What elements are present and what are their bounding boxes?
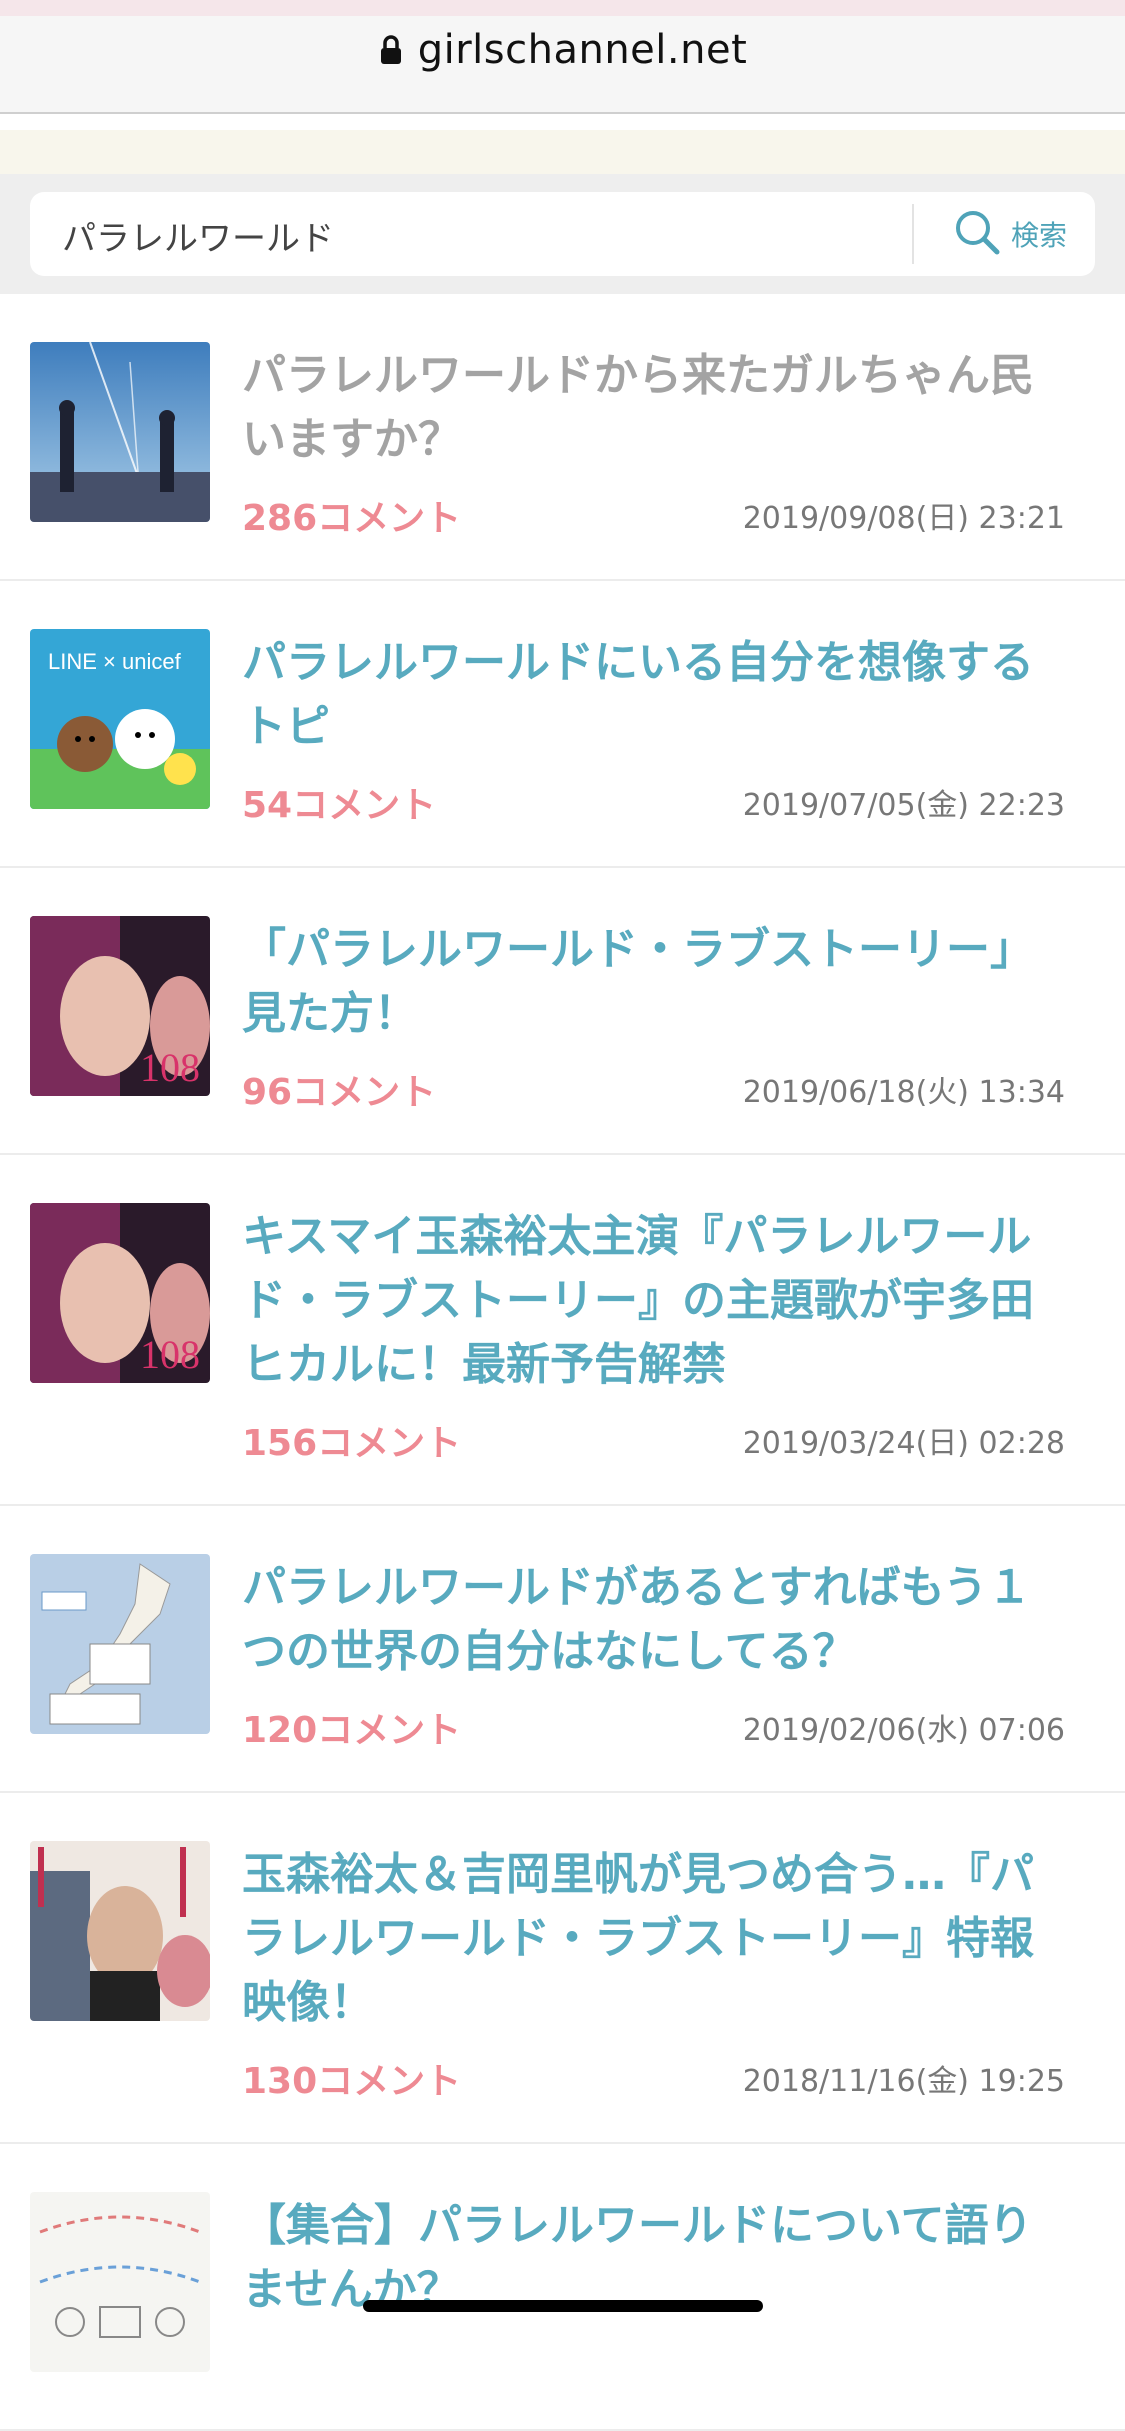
topic-thumbnail[interactable] [30, 1554, 210, 1734]
home-indicator[interactable] [363, 2300, 763, 2312]
topic-title[interactable]: キスマイ玉森裕太主演『パラレルワールド・ラブストーリー』の主題歌が宇多田ヒカルに… [242, 1205, 1072, 1397]
comment-count: 54コメント [242, 785, 437, 826]
post-date: 2019/06/18(火) 13:34 [742, 1075, 1065, 1110]
thumb-poster-text: 108 [140, 1045, 200, 1090]
comment-count: 286コメント [242, 498, 462, 539]
post-date: 2019/03/24(日) 02:28 [742, 1426, 1065, 1461]
search-button[interactable]: 検索 [930, 192, 1090, 276]
lock-icon [378, 35, 404, 65]
search-icon [953, 208, 1001, 260]
topic-thumbnail[interactable]: LINE × unicef [30, 629, 210, 809]
topic-item[interactable]: 108 「パラレルワールド・ラブストーリー」見た方！ 96コメント 2019/0… [0, 868, 1125, 1155]
topic-item[interactable]: LINE × unicef パラレルワールドにいる自分を想像するトピ 54コメン… [0, 581, 1125, 868]
search-button-label: 検索 [1010, 219, 1067, 252]
browser-url-bar[interactable]: girlschannel.net [0, 0, 1125, 114]
search-area: 検索 [0, 174, 1125, 294]
status-bar-tint [0, 0, 1125, 16]
url-text: girlschannel.net [417, 27, 748, 73]
topic-title[interactable]: 玉森裕太＆吉岡里帆が見つめ合う…『パラレルワールド・ラブストーリー』特報映像！ [242, 1843, 1072, 2035]
topic-title[interactable]: 「パラレルワールド・ラブストーリー」見た方！ [242, 918, 1072, 1046]
topic-title[interactable]: パラレルワールドがあるとすればもう１つの世界の自分はなにしてる？ [242, 1556, 1072, 1684]
topic-item[interactable]: 【集合】パラレルワールドについて語りませんか？ [0, 2144, 1125, 2431]
search-input[interactable] [60, 192, 914, 278]
post-date: 2019/07/05(金) 22:23 [742, 788, 1065, 823]
post-date: 2018/11/16(金) 19:25 [742, 2064, 1065, 2099]
search-box: 検索 [30, 192, 1095, 278]
ad-banner-strip [0, 130, 1125, 174]
topic-item[interactable]: 108 キスマイ玉森裕太主演『パラレルワールド・ラブストーリー』の主題歌が宇多田… [0, 1155, 1125, 1506]
topic-item[interactable]: パラレルワールドから来たガルちゃん民いますか？ 286コメント 2019/09/… [0, 294, 1125, 581]
post-date: 2019/09/08(日) 23:21 [742, 501, 1065, 536]
comment-count: 96コメント [242, 1072, 437, 1113]
topic-item[interactable]: パラレルワールドがあるとすればもう１つの世界の自分はなにしてる？ 120コメント… [0, 1506, 1125, 1793]
thumb-logo-text: LINE × unicef [48, 649, 182, 674]
topic-item[interactable]: 玉森裕太＆吉岡里帆が見つめ合う…『パラレルワールド・ラブストーリー』特報映像！ … [0, 1793, 1125, 2144]
topic-thumbnail[interactable] [30, 2192, 210, 2372]
post-date: 2019/02/06(水) 07:06 [742, 1713, 1065, 1748]
topic-title[interactable]: パラレルワールドにいる自分を想像するトピ [242, 631, 1072, 759]
topic-list: パラレルワールドから来たガルちゃん民いますか？ 286コメント 2019/09/… [0, 294, 1125, 2431]
comment-count: 130コメント [242, 2061, 462, 2102]
url-display[interactable]: girlschannel.net [0, 22, 1125, 78]
topic-title[interactable]: パラレルワールドから来たガルちゃん民いますか？ [242, 344, 1072, 472]
comment-count: 156コメント [242, 1423, 462, 1464]
topic-thumbnail[interactable]: 108 [30, 1203, 210, 1383]
search-divider [912, 204, 914, 264]
comment-count: 120コメント [242, 1710, 462, 1751]
topic-thumbnail[interactable] [30, 342, 210, 522]
thumb-poster-text: 108 [140, 1332, 200, 1377]
topic-thumbnail[interactable]: 108 [30, 916, 210, 1096]
topic-thumbnail[interactable] [30, 1841, 210, 2021]
